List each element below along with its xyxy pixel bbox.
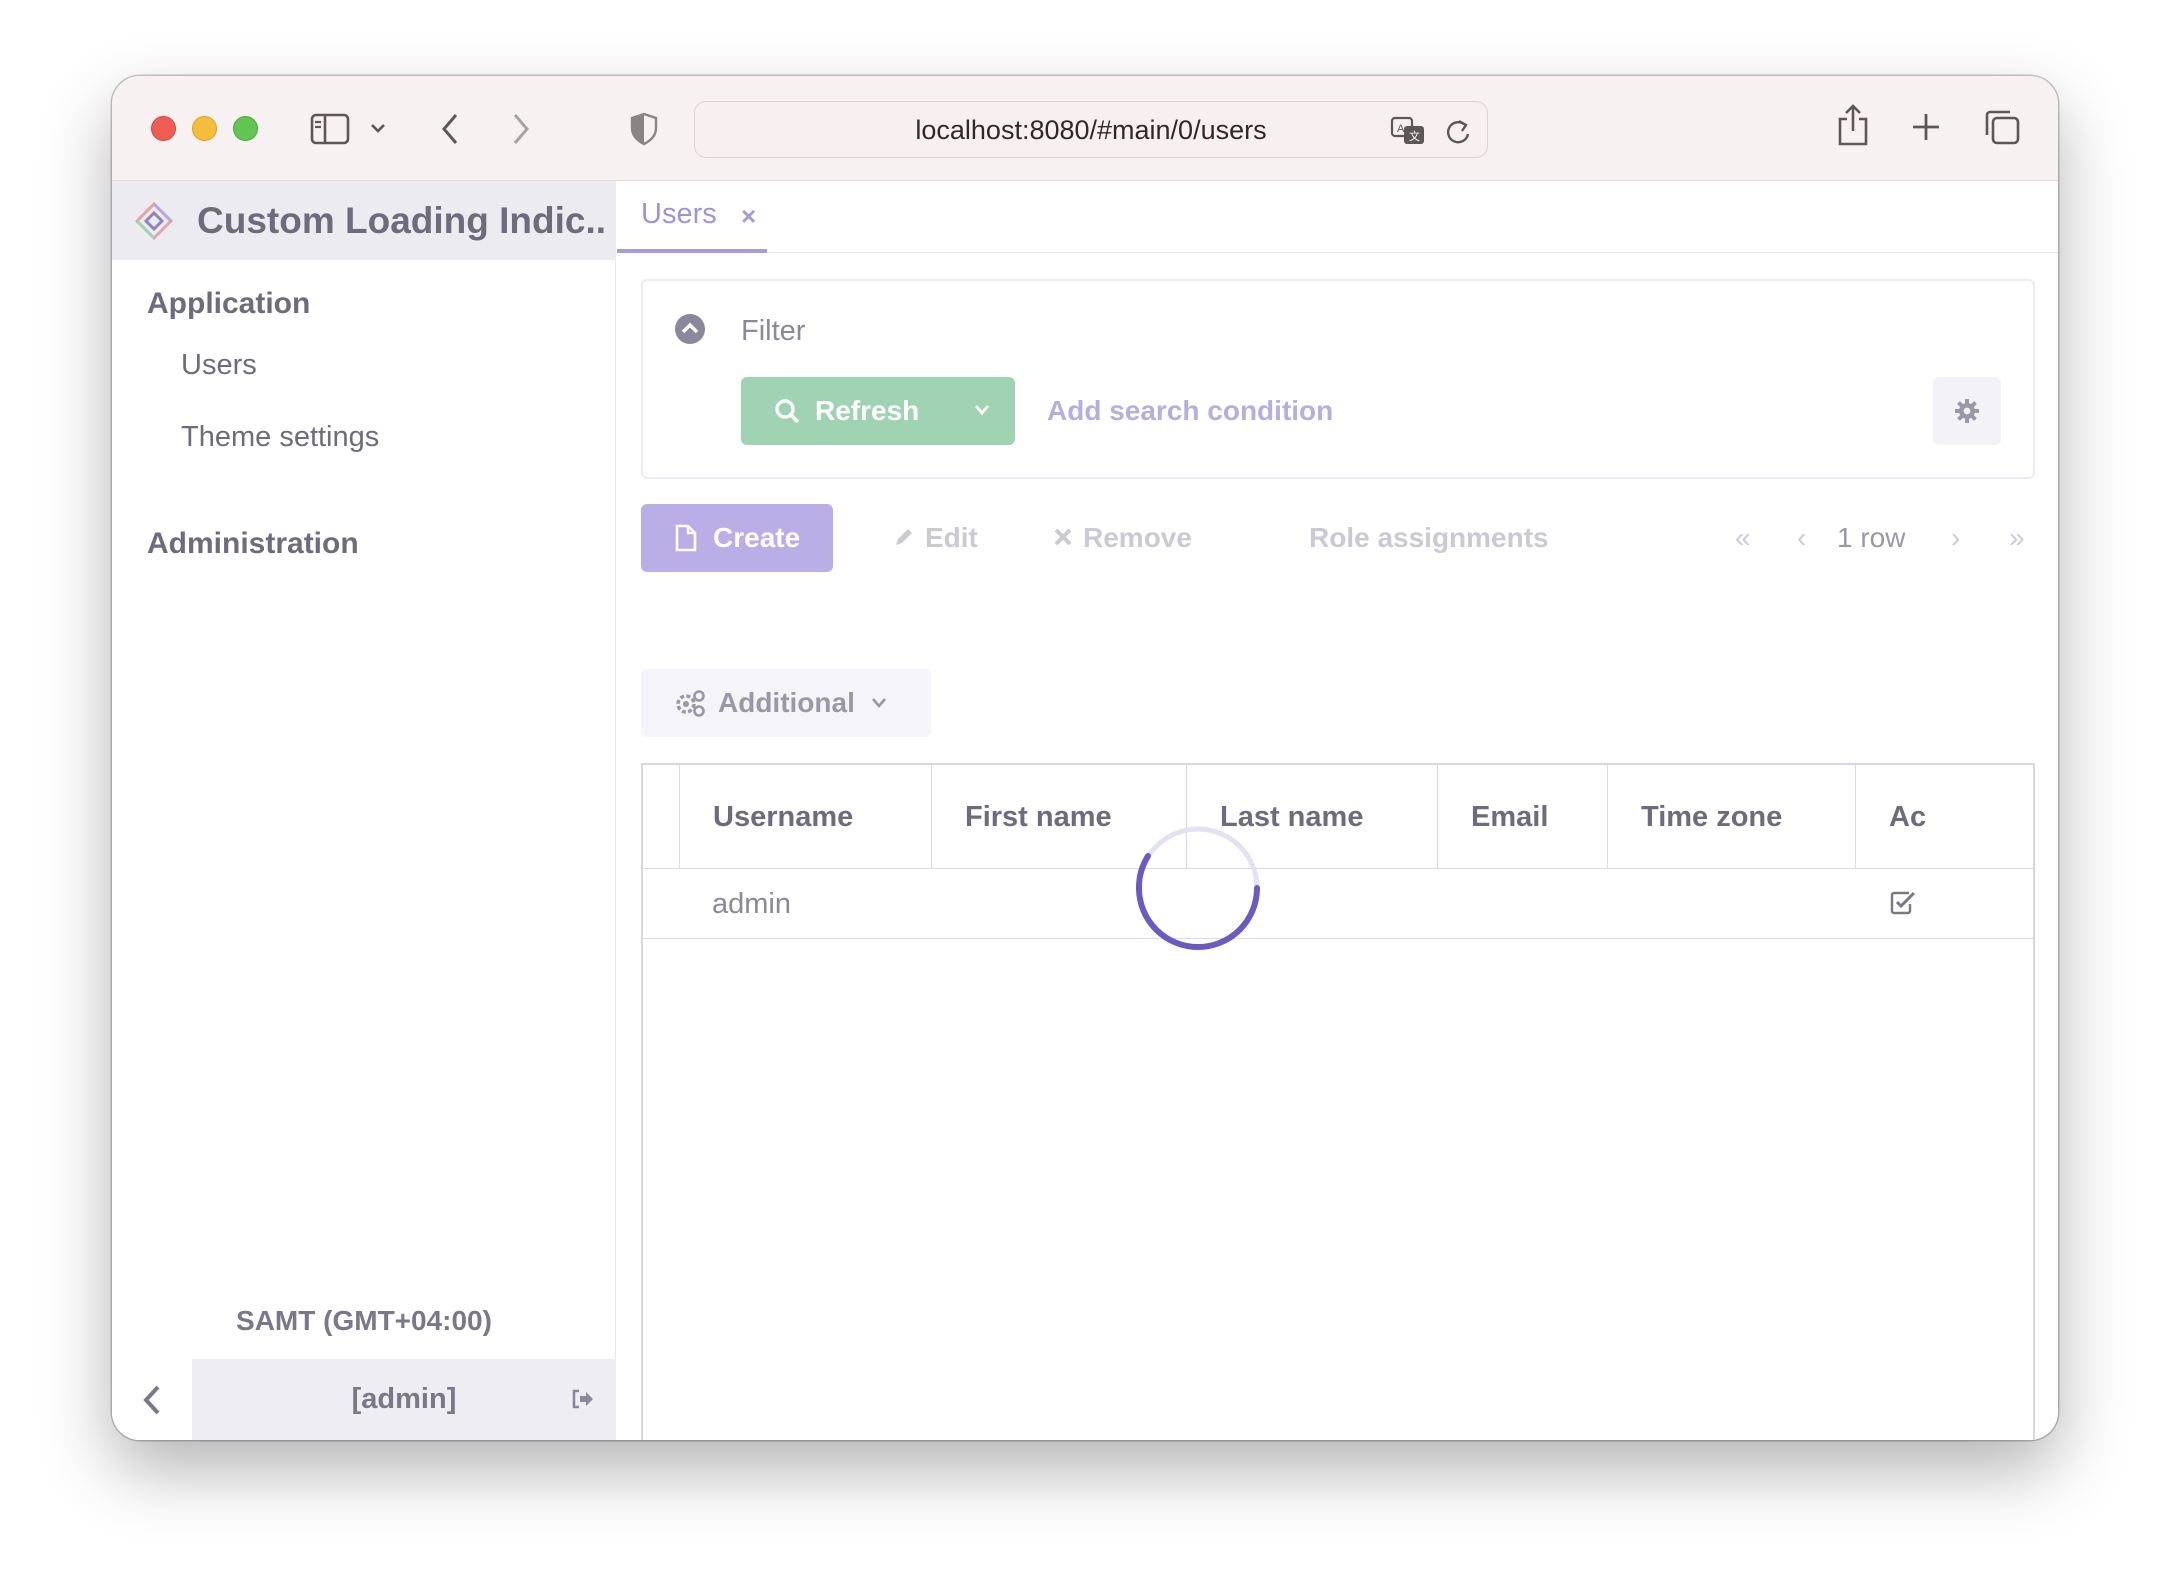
new-tab-icon[interactable] [1909, 110, 1943, 144]
times-icon [1054, 528, 1072, 546]
role-assignments-button[interactable]: Role assignments [1309, 504, 1549, 572]
document-icon [675, 524, 697, 552]
maximize-window-button[interactable] [233, 116, 258, 141]
address-bar[interactable]: localhost:8080/#main/0/users A文 [694, 101, 1488, 158]
remove-button[interactable]: Remove [1053, 504, 1192, 572]
cell-username: admin [712, 888, 791, 920]
pagination: « ‹ 1 row › » [1735, 504, 2035, 572]
back-icon[interactable] [437, 110, 463, 148]
browser-toolbar: localhost:8080/#main/0/users A文 [112, 76, 2058, 181]
shield-icon[interactable] [628, 111, 660, 147]
refresh-label: Refresh [815, 395, 920, 426]
checked-checkbox-icon [1890, 891, 1916, 915]
column-header-email[interactable]: Email [1437, 765, 1607, 869]
user-name: [admin] [351, 1383, 457, 1415]
tab-bar: Users × [617, 181, 2058, 253]
table-toolbar: Create Edit Remove Role assignments « ‹ … [641, 504, 2035, 572]
pencil-icon [896, 528, 912, 545]
table-row[interactable]: admin [643, 869, 2033, 939]
filter-settings-button[interactable] [1933, 377, 2001, 445]
column-header-time-zone[interactable]: Time zone [1607, 765, 1855, 869]
tab-users[interactable]: Users × [617, 181, 767, 253]
user-indicator[interactable]: [admin] [192, 1359, 616, 1440]
edit-label: Edit [925, 522, 978, 553]
side-footer: [admin] [112, 1359, 616, 1440]
first-page-icon[interactable]: « [1735, 504, 1751, 572]
create-button[interactable]: Create [641, 504, 833, 572]
share-icon[interactable] [1835, 102, 1871, 148]
chevron-down-icon [872, 698, 886, 708]
minimize-window-button[interactable] [192, 116, 217, 141]
last-page-icon[interactable]: » [2009, 504, 2025, 572]
close-window-button[interactable] [151, 116, 176, 141]
refresh-button[interactable]: Refresh [741, 377, 1015, 445]
prev-page-icon[interactable]: ‹ [1797, 504, 1806, 572]
additional-label: Additional [718, 687, 855, 718]
edit-button[interactable]: Edit [893, 504, 978, 572]
chevron-down-icon[interactable] [366, 116, 390, 140]
tabs-overview-icon[interactable] [1982, 107, 2022, 147]
timezone-label: SAMT (GMT+04:00) [236, 1305, 492, 1336]
translate-icon[interactable]: A文 [1389, 114, 1429, 148]
app-logo-icon [134, 201, 174, 241]
additional-dropdown[interactable]: Additional [641, 669, 931, 737]
svg-text:文: 文 [1409, 129, 1420, 143]
next-page-icon[interactable]: › [1951, 504, 1960, 572]
remove-label: Remove [1083, 522, 1192, 553]
chevron-left-icon [143, 1385, 160, 1414]
search-icon [775, 399, 800, 424]
cogs-icon [676, 690, 705, 717]
add-search-condition-link[interactable]: Add search condition [1047, 377, 1333, 445]
menu-item-users[interactable]: Users [181, 349, 257, 382]
column-header-active[interactable]: Ac [1855, 765, 2033, 869]
app-header: Custom Loading Indic... [112, 181, 616, 260]
filter-label: Filter [741, 315, 806, 347]
menu-item-theme-settings[interactable]: Theme settings [181, 421, 379, 454]
menu-group-application[interactable]: Application [147, 287, 310, 321]
users-table: Username First name Last name Email Time… [641, 763, 2035, 1440]
svg-text:A: A [1397, 123, 1405, 135]
main-content: Users × Filter Refresh Add search condit… [617, 181, 2058, 1440]
logout-icon[interactable] [570, 1387, 594, 1411]
table-header: Username First name Last name Email Time… [643, 765, 2033, 869]
loading-spinner [1135, 826, 1260, 950]
filter-panel: Filter Refresh Add search condition [641, 279, 2035, 479]
browser-window: localhost:8080/#main/0/users A文 Custom L… [112, 76, 2058, 1440]
reload-icon[interactable] [1443, 116, 1473, 146]
filter-collapse-icon[interactable] [675, 314, 705, 344]
chevron-down-icon[interactable] [973, 403, 991, 417]
gear-icon [1955, 399, 1979, 423]
menu-group-administration[interactable]: Administration [147, 527, 359, 561]
app-title: Custom Loading Indic... [197, 200, 607, 241]
sidebar-toggle-icon[interactable] [308, 109, 352, 149]
collapse-menu-button[interactable] [112, 1359, 192, 1440]
tab-users-label: Users [641, 198, 717, 230]
row-count[interactable]: 1 row [1837, 504, 1905, 572]
side-menu: Custom Loading Indic... Application User… [112, 181, 616, 1440]
forward-icon[interactable] [508, 110, 534, 148]
url-text[interactable]: localhost:8080/#main/0/users [695, 102, 1487, 159]
create-label: Create [713, 522, 801, 553]
tab-close-icon[interactable]: × [741, 201, 756, 232]
column-header-username[interactable]: Username [679, 765, 931, 869]
